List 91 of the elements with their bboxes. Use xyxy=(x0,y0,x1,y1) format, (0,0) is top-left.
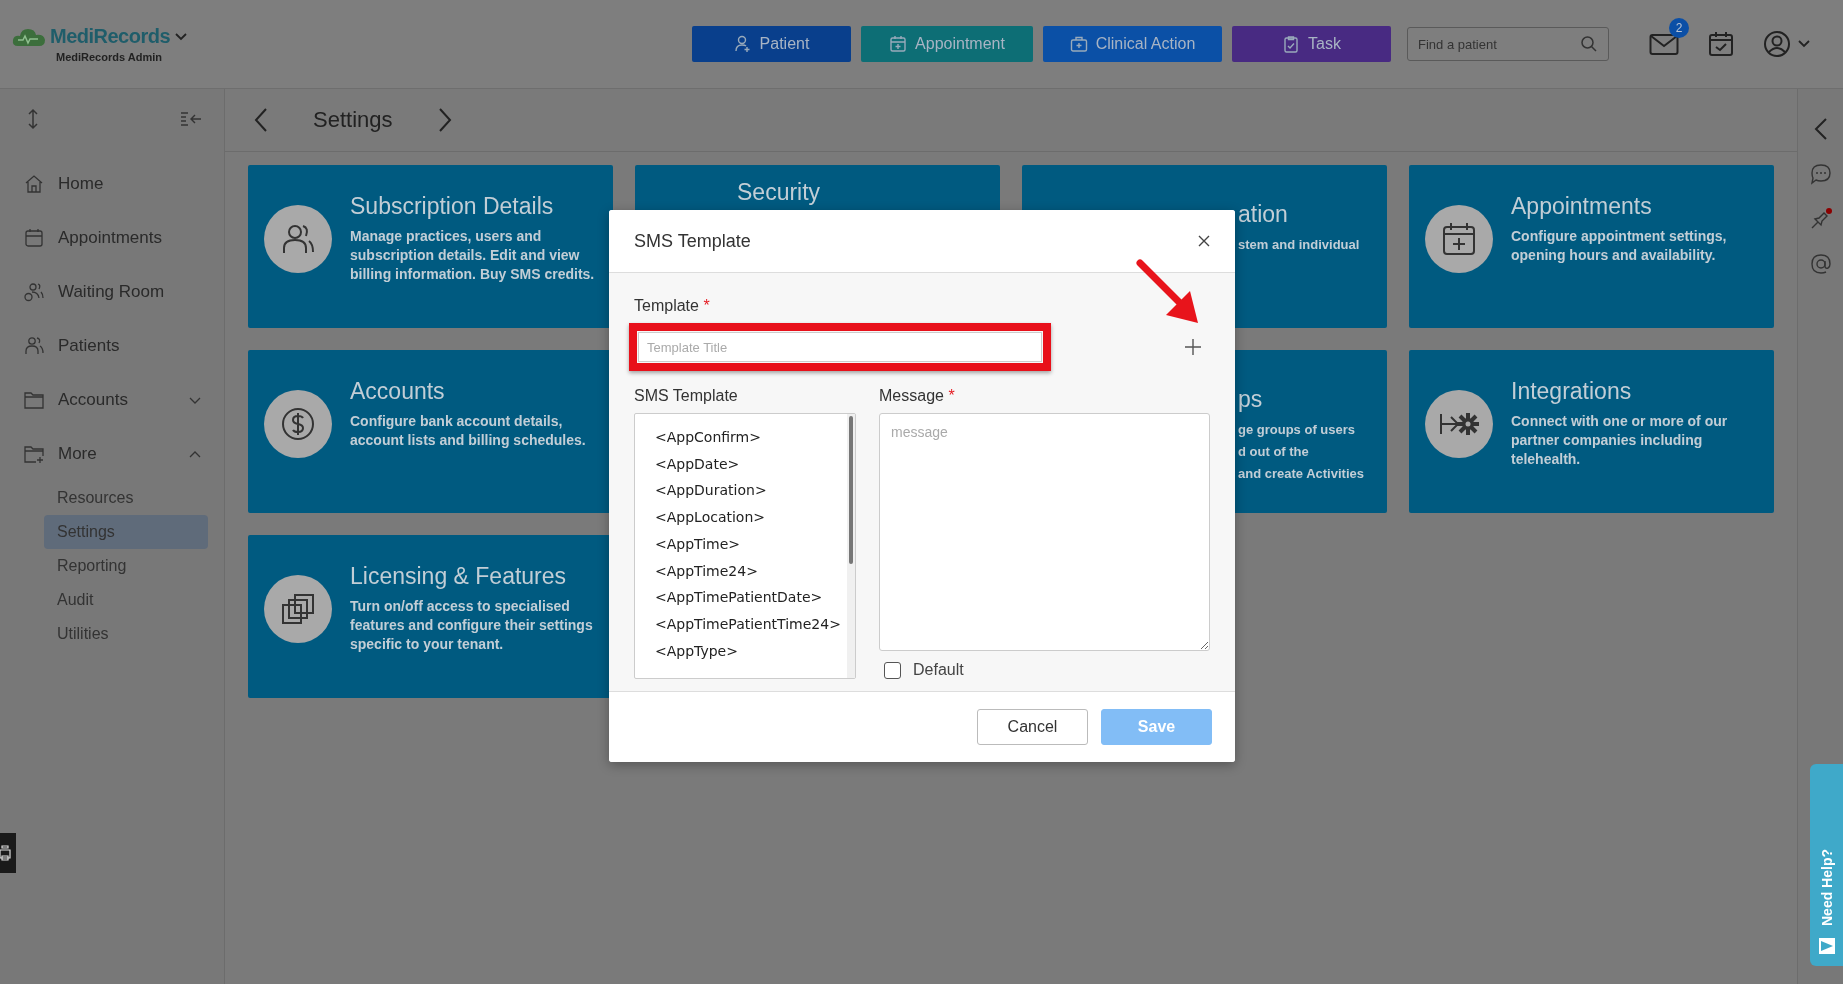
people-icon xyxy=(24,336,44,356)
dollar-circle-icon xyxy=(280,406,316,442)
sidebar-subitem[interactable]: Utilities xyxy=(44,617,208,651)
card-description: ge groups of users xyxy=(1238,421,1357,439)
card-description: Turn on/off access to specialised features and configure their settings specific to your tenant. xyxy=(350,597,594,654)
header-action-button[interactable]: Task xyxy=(1232,26,1391,62)
card-title: Appointments xyxy=(1511,193,1653,220)
sidebar-subitem[interactable]: Audit xyxy=(44,583,208,617)
calendar-plus-icon xyxy=(1441,221,1477,257)
search-field[interactable]: Find a patient xyxy=(1407,27,1609,61)
settings-card[interactable]: Subscription Details Manage practices, users and subscription details. Edit and view billing information. Buy SMS credits. xyxy=(248,165,613,328)
sidebar-item[interactable]: Waiting Room xyxy=(0,265,224,319)
annotation-arrow xyxy=(1136,259,1200,325)
folder-icon xyxy=(24,391,44,409)
user-avatar-icon[interactable] xyxy=(1763,30,1791,58)
card-description: stem and individual xyxy=(1238,236,1360,254)
search-icon[interactable] xyxy=(1580,35,1598,53)
placeholder-list-item[interactable]: <AppType> xyxy=(655,639,847,663)
card-description: Configure bank account details, account lists and billing schedules. xyxy=(350,412,587,450)
card-description: and create Activities xyxy=(1238,465,1364,483)
card-title: Accounts xyxy=(350,378,446,405)
people-clock-icon xyxy=(24,282,44,302)
card-title: Licensing & Features xyxy=(350,563,568,590)
scrollbar-thumb[interactable] xyxy=(849,416,853,564)
vertical-arrows-icon[interactable] xyxy=(26,108,40,130)
chevron-down-icon[interactable] xyxy=(1797,39,1811,49)
calendar-plus-icon xyxy=(889,35,908,53)
default-checkbox[interactable] xyxy=(884,661,901,679)
field-label: SMS Template xyxy=(634,387,739,405)
calendar-icon xyxy=(24,228,44,248)
dialog-title: SMS Template xyxy=(634,230,751,252)
placeholder-list-item[interactable]: <AppLocation> xyxy=(655,506,847,529)
template-title-field[interactable]: Template Title xyxy=(638,332,1042,362)
account-name: MediRecords Admin xyxy=(56,51,162,63)
card-description: Configure appointment settings, opening hours and availability. xyxy=(1511,227,1728,265)
home-icon xyxy=(24,174,44,194)
stacked-squares-icon xyxy=(280,591,316,627)
notification-badge: 2 xyxy=(1669,18,1689,38)
sidebar-item[interactable]: Appointments xyxy=(0,211,224,265)
chevron-left-icon[interactable] xyxy=(1813,117,1828,141)
chevron-right-icon[interactable] xyxy=(436,107,453,133)
field-label: Message * xyxy=(879,387,956,405)
card-description: Manage practices, users and subscription details. Edit and view billing information. Buy SMS credits. xyxy=(350,227,596,284)
sidebar-item[interactable]: Patients xyxy=(0,319,224,373)
chevron-down-icon[interactable] xyxy=(188,395,202,405)
card-description: d out of the xyxy=(1238,443,1310,461)
placeholder-list-item[interactable]: <AppTime> xyxy=(655,532,847,556)
card-title: Integrations xyxy=(1511,378,1633,405)
collapse-menu-icon[interactable] xyxy=(180,111,202,127)
at-sign-icon[interactable] xyxy=(1809,253,1832,275)
close-icon[interactable] xyxy=(1197,234,1211,248)
logo-text: MediRecords xyxy=(50,25,171,48)
message-field[interactable]: message xyxy=(879,413,1210,651)
sidebar-item[interactable]: Home xyxy=(0,157,224,211)
sidebar-subitem[interactable]: Reporting xyxy=(44,549,208,583)
placeholder-list-item[interactable]: <AppDuration> xyxy=(655,479,847,503)
placeholder-list-item[interactable]: <AppTime24> xyxy=(655,559,847,583)
card-title: Subscription Details xyxy=(350,193,555,220)
calendar-check-icon[interactable] xyxy=(1707,30,1735,58)
sidebar-item[interactable]: Accounts xyxy=(0,373,224,427)
chevron-left-icon[interactable] xyxy=(253,107,269,133)
header-action-button[interactable]: Clinical Action xyxy=(1043,26,1222,62)
person-plus-icon xyxy=(733,35,752,53)
sidebar-item[interactable]: More xyxy=(0,427,224,481)
page-title: Settings xyxy=(313,106,393,134)
settings-card[interactable]: Integrations Connect with one or more of our partner companies including telehealth. xyxy=(1409,350,1774,513)
card-description: Connect with one or more of our partner companies including telehealth. xyxy=(1511,412,1729,469)
header-action-button[interactable]: Appointment xyxy=(861,26,1033,62)
dialog-button[interactable]: Cancel xyxy=(977,709,1088,745)
settings-card[interactable]: Appointments Configure appointment settings, opening hours and availability. xyxy=(1409,165,1774,328)
placeholder-list-item[interactable]: <AppDate> xyxy=(655,452,847,476)
sidebar-subitem[interactable]: Settings xyxy=(44,515,208,549)
card-title: ation xyxy=(1238,201,1289,228)
chevron-up-icon[interactable] xyxy=(188,449,202,459)
medical-bag-icon xyxy=(1069,35,1088,53)
patient-search-field[interactable]: Find a patient xyxy=(1416,31,1580,57)
add-icon[interactable] xyxy=(1184,338,1202,356)
card-title: ps xyxy=(1238,386,1264,413)
chat-bubble-icon[interactable] xyxy=(1809,163,1832,185)
placeholder-list-item[interactable]: <AppTimePatientTime24> xyxy=(655,612,847,636)
chevron-down-icon[interactable] xyxy=(174,31,189,42)
placeholder-list-item[interactable]: <AppTimePatientDate> xyxy=(655,586,847,609)
card-title: Security xyxy=(737,179,821,206)
clipboard-check-icon xyxy=(1282,35,1301,53)
sidebar-subitem[interactable]: Resources xyxy=(44,481,208,515)
field-label: Template * xyxy=(634,297,711,315)
need-help-tab[interactable]: Need Help? xyxy=(1810,764,1843,966)
placeholder-list-item[interactable]: <AppConfirm> xyxy=(655,426,847,449)
checkbox-label: Default xyxy=(913,661,964,679)
header-action-button[interactable]: Patient xyxy=(692,26,851,62)
folder-plus-icon xyxy=(24,445,44,463)
